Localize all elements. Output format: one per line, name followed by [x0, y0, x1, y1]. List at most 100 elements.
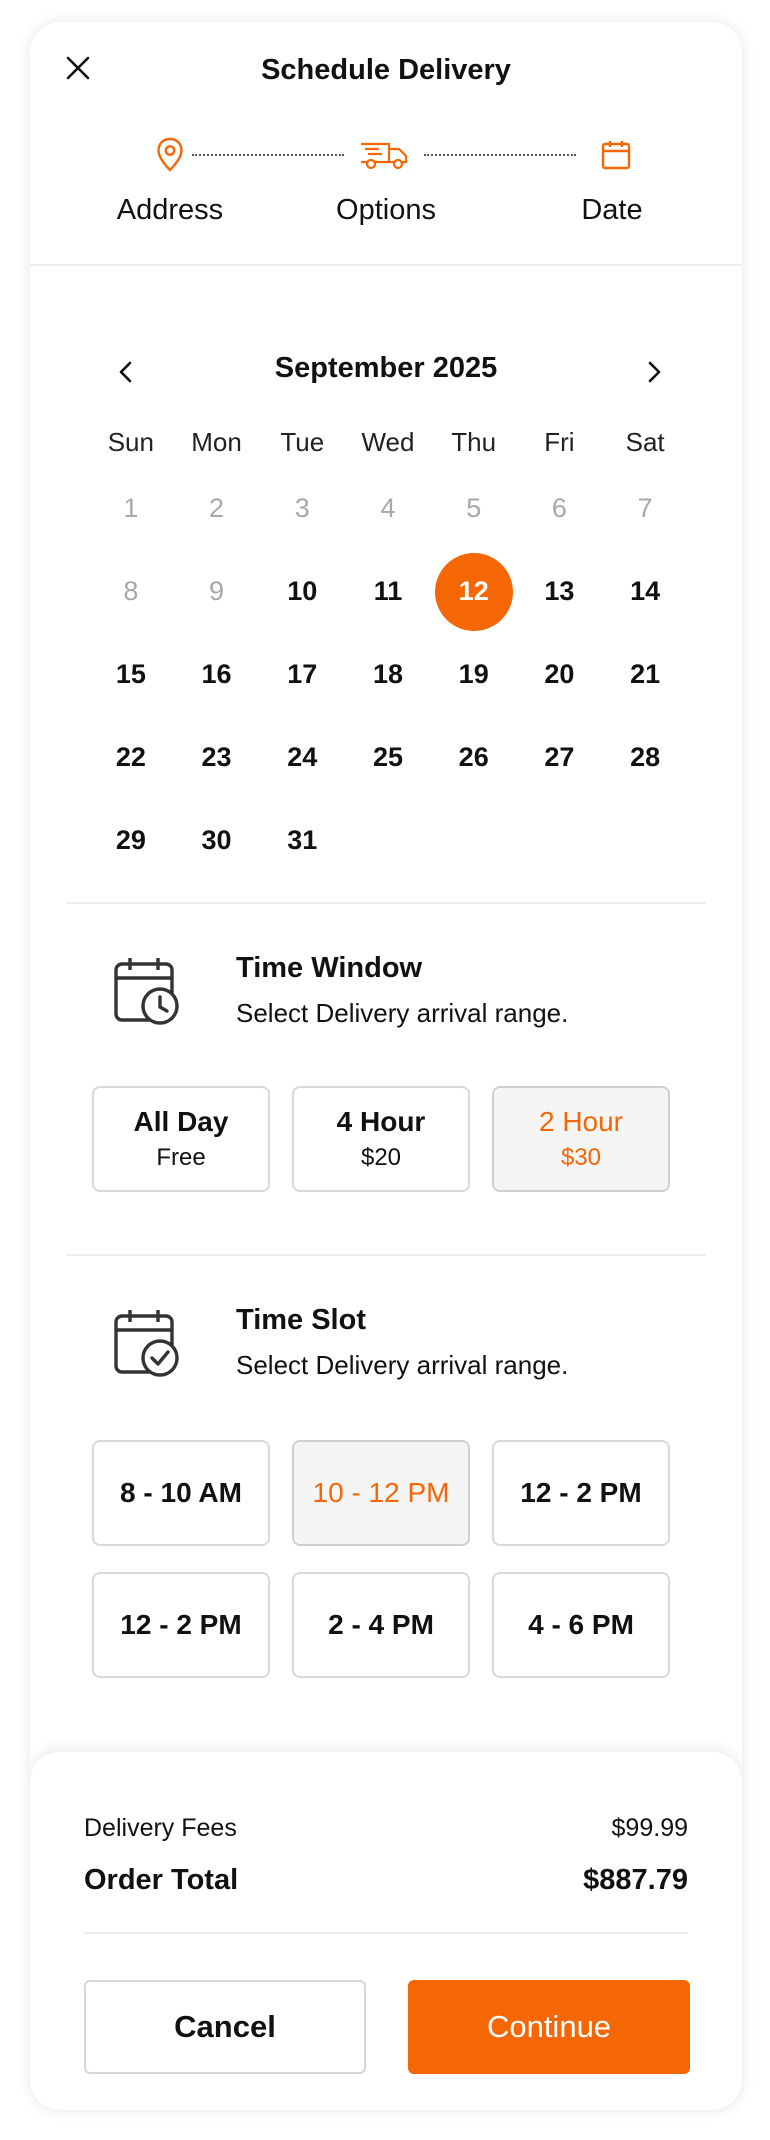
- calendar-day: 5: [431, 469, 517, 549]
- calendar-day[interactable]: 29: [88, 801, 174, 881]
- next-month-button[interactable]: [634, 352, 674, 392]
- calendar-week-row: 1 2 3 4 5 6 7: [88, 467, 688, 550]
- weekday-header: Sun Mon Tue Wed Thu Fri Sat: [88, 417, 688, 467]
- calendar-day-number: 25: [372, 742, 404, 772]
- calendar-day[interactable]: 27: [517, 718, 603, 798]
- calendar-day-number: 14: [630, 576, 661, 606]
- calendar-day-number: 2: [209, 493, 225, 523]
- option-price: $30: [560, 1144, 602, 1171]
- time-slot-option[interactable]: 2 - 4 PM: [292, 1572, 470, 1678]
- calendar-day[interactable]: 10: [259, 552, 345, 632]
- calendar-day[interactable]: 25: [345, 718, 431, 798]
- time-slot-option[interactable]: 4 - 6 PM: [492, 1572, 670, 1678]
- calendar-clock-icon: [110, 954, 186, 1030]
- calendar-day-number: 3: [294, 493, 310, 523]
- divider: [66, 1254, 706, 1256]
- continue-button[interactable]: Continue: [408, 1980, 690, 2074]
- divider: [66, 902, 706, 904]
- time-slot-subtitle: Select Delivery arrival range.: [236, 1350, 569, 1380]
- calendar-day-selected[interactable]: 12: [431, 552, 517, 632]
- calendar-day: 1: [88, 469, 174, 549]
- calendar-day[interactable]: 21: [602, 635, 688, 715]
- calendar-day: 8: [88, 552, 174, 632]
- delivery-fees-label: Delivery Fees: [84, 1814, 237, 1842]
- calendar-day: 9: [174, 552, 260, 632]
- stepper-connector: [424, 154, 576, 156]
- calendar-day[interactable]: 11: [345, 552, 431, 632]
- step-label-options: Options: [336, 194, 436, 226]
- calendar-day[interactable]: 19: [431, 635, 517, 715]
- calendar-day-number: 27: [544, 742, 575, 772]
- calendar-day-number: 15: [115, 659, 146, 689]
- option-label: All Day: [133, 1106, 229, 1137]
- time-window-option-2-hour[interactable]: 2 Hour $30: [492, 1086, 670, 1192]
- calendar-day-number: 31: [287, 825, 318, 855]
- calendar-week-row: 8 9 10 11 12 13 14: [88, 550, 688, 633]
- calendar-day[interactable]: 17: [259, 635, 345, 715]
- calendar-day-number: 30: [201, 825, 232, 855]
- calendar-day-number: 1: [123, 493, 139, 523]
- calendar-day[interactable]: 22: [88, 718, 174, 798]
- divider: [30, 264, 742, 266]
- calendar-day-number: 9: [209, 576, 225, 606]
- order-total-label: Order Total: [84, 1864, 239, 1896]
- calendar-grid: Sun Mon Tue Wed Thu Fri Sat 1 2 3 4 5 6 7 8 9 10 1…: [88, 417, 688, 882]
- time-slot-option[interactable]: 12 - 2 PM: [492, 1440, 670, 1546]
- calendar-day-number: 26: [458, 742, 489, 772]
- time-window-option-4-hour[interactable]: 4 Hour $20: [292, 1086, 470, 1192]
- calendar-day-number: 21: [630, 659, 661, 689]
- time-window-option-all-day[interactable]: All Day Free: [92, 1086, 270, 1192]
- calendar-day-number: 13: [544, 576, 575, 606]
- calendar-day[interactable]: 14: [602, 552, 688, 632]
- calendar-day[interactable]: 16: [174, 635, 260, 715]
- weekday-label: Tue: [280, 426, 325, 457]
- time-slot-title: Time Slot: [236, 1304, 366, 1336]
- calendar-day[interactable]: 26: [431, 718, 517, 798]
- calendar-day[interactable]: 24: [259, 718, 345, 798]
- calendar-day[interactable]: 15: [88, 635, 174, 715]
- option-price: $20: [360, 1144, 402, 1171]
- option-label: 4 Hour: [336, 1106, 426, 1137]
- calendar-weeks: 1 2 3 4 5 6 7 8 9 10 11 12 13 14 15 16 17 18 19 20 21 22 23 24 2…: [88, 467, 688, 882]
- stepper-connector: [192, 154, 344, 156]
- calendar-day-number: 24: [287, 742, 318, 772]
- divider: [84, 1932, 688, 1934]
- delivery-truck-icon: [358, 135, 410, 175]
- calendar-check-icon: [110, 1306, 186, 1382]
- calendar-day: 6: [517, 469, 603, 549]
- cancel-button[interactable]: Cancel: [84, 1980, 366, 2074]
- calendar-day[interactable]: 23: [174, 718, 260, 798]
- calendar-day: 4: [345, 469, 431, 549]
- time-slot-option[interactable]: 12 - 2 PM: [92, 1572, 270, 1678]
- calendar-day[interactable]: 31: [259, 801, 345, 881]
- calendar-day[interactable]: 30: [174, 801, 260, 881]
- order-total-value: $887.79: [583, 1864, 688, 1896]
- calendar-week-row: 29 30 31: [88, 799, 688, 882]
- time-slot-option[interactable]: 8 - 10 AM: [92, 1440, 270, 1546]
- weekday-label: Mon: [191, 426, 242, 457]
- weekday-label: Thu: [451, 426, 497, 457]
- calendar-day-number: 18: [372, 659, 404, 689]
- calendar-empty-cell: [517, 801, 603, 881]
- step-label-address: Address: [116, 194, 224, 226]
- calendar-day-number: 29: [115, 825, 146, 855]
- calendar-day-number: 19: [458, 659, 489, 689]
- map-pin-icon: [150, 135, 190, 175]
- calendar-day-number: 7: [637, 493, 653, 523]
- page-title: Schedule Delivery: [261, 54, 511, 86]
- calendar-day[interactable]: 13: [517, 552, 603, 632]
- calendar-day-number: 22: [115, 742, 146, 772]
- calendar-day[interactable]: 18: [345, 635, 431, 715]
- time-slot-option[interactable]: 10 - 12 PM: [292, 1440, 470, 1546]
- calendar-day-number: 11: [373, 576, 403, 606]
- calendar-day[interactable]: 28: [602, 718, 688, 798]
- calendar-day-number: 12: [434, 552, 513, 631]
- calendar-day[interactable]: 20: [517, 635, 603, 715]
- time-window-title: Time Window: [236, 952, 423, 984]
- calendar-day-number: 17: [287, 659, 318, 689]
- calendar-week-row: 22 23 24 25 26 27 28: [88, 716, 688, 799]
- calendar-day-number: 23: [201, 742, 232, 772]
- calendar-day-number: 16: [201, 659, 232, 689]
- calendar-day-number: 8: [123, 576, 139, 606]
- calendar-day-number: 4: [380, 493, 396, 523]
